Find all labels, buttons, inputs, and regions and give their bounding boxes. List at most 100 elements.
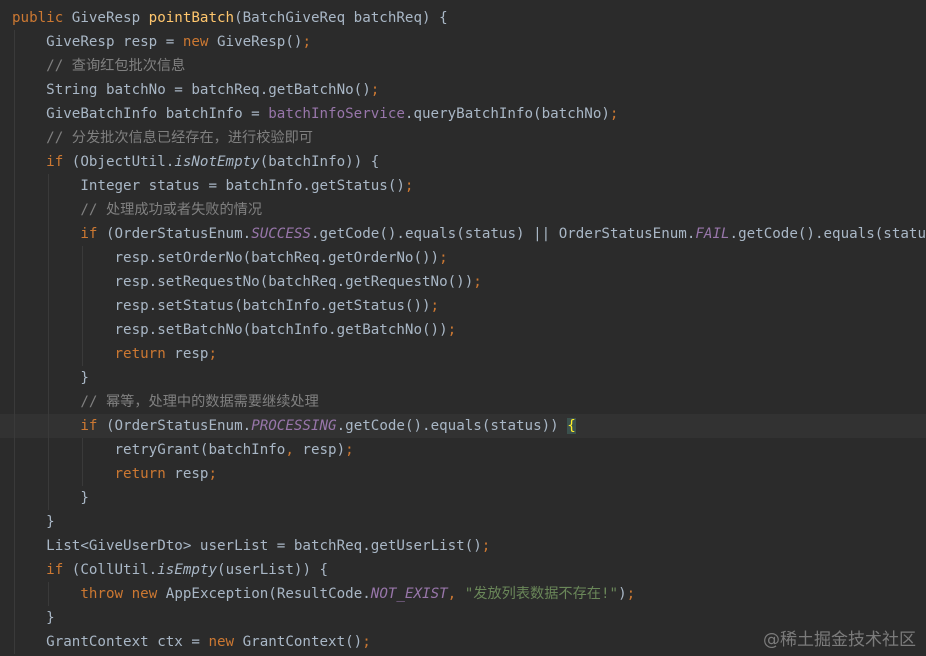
indent-guide [82, 342, 84, 366]
code-line[interactable]: resp.setOrderNo(batchReq.getOrderNo()); [0, 246, 926, 270]
indent-guide [14, 270, 15, 294]
code-text: } [12, 514, 55, 530]
code-line[interactable]: if (ObjectUtil.isNotEmpty(batchInfo)) { [0, 150, 926, 174]
code-text: } [12, 490, 89, 506]
code-text: // 分发批次信息已经存在，进行校验即可 [46, 130, 313, 146]
indent-guide [14, 150, 15, 174]
indent-guide [14, 198, 15, 222]
indent-guide [48, 270, 50, 294]
code-line[interactable]: if (CollUtil.isEmpty(userList)) { [0, 558, 926, 582]
indent-guide [14, 78, 15, 102]
indent-guide [48, 462, 50, 486]
code-line[interactable]: GiveBatchInfo batchInfo = batchInfoServi… [0, 102, 926, 126]
code-text: public GiveResp pointBatch(BatchGiveReq … [12, 10, 448, 26]
code-text: throw new AppException(ResultCode.NOT_EX… [80, 586, 636, 602]
indent-guide [48, 318, 50, 342]
code-text: GiveBatchInfo batchInfo = batchInfoServi… [12, 106, 619, 122]
code-line[interactable]: return resp; [0, 462, 926, 486]
code-text: if (CollUtil.isEmpty(userList)) { [46, 562, 329, 578]
code-line[interactable]: // 幂等，处理中的数据需要继续处理 [0, 390, 926, 414]
indent-guide [14, 318, 15, 342]
code-line[interactable]: GiveResp resp = new GiveResp(); [0, 30, 926, 54]
code-line[interactable]: return resp; [0, 342, 926, 366]
indent-guide [14, 486, 15, 510]
code-text: // 查询红包批次信息 [46, 58, 186, 74]
code-text: } [12, 610, 55, 626]
code-line[interactable]: // 查询红包批次信息 [0, 54, 926, 78]
indent-guide [14, 102, 15, 126]
code-text: if (OrderStatusEnum.PROCESSING.getCode()… [80, 418, 576, 434]
code-line[interactable]: } [0, 366, 926, 390]
code-line[interactable]: resp.setBatchNo(batchInfo.getBatchNo()); [0, 318, 926, 342]
code-line[interactable]: Integer status = batchInfo.getStatus(); [0, 174, 926, 198]
indent-guide [82, 438, 84, 462]
indent-guide [48, 342, 50, 366]
indent-guide [14, 222, 15, 246]
indent-guide [48, 198, 50, 222]
indent-guide [82, 270, 84, 294]
indent-guide [14, 246, 15, 270]
indent-guide [14, 390, 15, 414]
code-line[interactable]: resp.setStatus(batchInfo.getStatus()); [0, 294, 926, 318]
indent-guide [14, 462, 15, 486]
indent-guide [14, 438, 15, 462]
code-line[interactable]: } [0, 510, 926, 534]
indent-guide [82, 294, 84, 318]
indent-guide [82, 246, 84, 270]
code-text: resp.setBatchNo(batchInfo.getBatchNo()); [12, 322, 457, 338]
code-editor[interactable]: public GiveResp pointBatch(BatchGiveReq … [0, 6, 926, 654]
indent-guide [48, 438, 50, 462]
code-line[interactable]: public GiveResp pointBatch(BatchGiveReq … [0, 6, 926, 30]
indent-guide [14, 174, 15, 198]
code-text: retryGrant(batchInfo, resp); [12, 442, 354, 458]
code-text: resp.setStatus(batchInfo.getStatus()); [12, 298, 440, 314]
indent-guide [14, 630, 15, 654]
code-text: String batchNo = batchReq.getBatchNo(); [12, 82, 380, 98]
indent-guide [82, 318, 84, 342]
code-text: if (ObjectUtil.isNotEmpty(batchInfo)) { [46, 154, 380, 170]
indent-guide [48, 390, 50, 414]
indent-guide [14, 414, 15, 438]
indent-guide [14, 366, 15, 390]
code-line[interactable]: if (OrderStatusEnum.SUCCESS.getCode().eq… [0, 222, 926, 246]
indent-guide [14, 582, 15, 606]
indent-guide [48, 246, 50, 270]
indent-guide [14, 54, 15, 78]
indent-guide [48, 582, 50, 606]
indent-guide [14, 342, 15, 366]
code-line[interactable]: resp.setRequestNo(batchReq.getRequestNo(… [0, 270, 926, 294]
code-text: GrantContext ctx = new GrantContext(); [12, 634, 371, 650]
indent-guide [14, 294, 15, 318]
code-text: if (OrderStatusEnum.SUCCESS.getCode().eq… [80, 226, 926, 242]
code-text: resp.setOrderNo(batchReq.getOrderNo()); [12, 250, 448, 266]
code-line[interactable]: // 处理成功或者失败的情况 [0, 198, 926, 222]
indent-guide [48, 294, 50, 318]
code-line[interactable]: throw new AppException(ResultCode.NOT_EX… [0, 582, 926, 606]
code-text: return resp; [114, 346, 218, 362]
indent-guide [14, 126, 15, 150]
code-text: GiveResp resp = new GiveResp(); [12, 34, 311, 50]
code-text: } [12, 370, 89, 386]
code-text: List<GiveUserDto> userList = batchReq.ge… [12, 538, 491, 554]
indent-guide [14, 510, 15, 534]
indent-guide [48, 174, 50, 198]
code-text: return resp; [114, 466, 218, 482]
indent-guide [14, 606, 15, 630]
code-line[interactable]: retryGrant(batchInfo, resp); [0, 438, 926, 462]
code-line[interactable]: // 分发批次信息已经存在，进行校验即可 [0, 126, 926, 150]
code-line[interactable]: if (OrderStatusEnum.PROCESSING.getCode()… [0, 414, 926, 438]
indent-guide [48, 366, 50, 390]
code-line[interactable]: } [0, 486, 926, 510]
code-line[interactable]: List<GiveUserDto> userList = batchReq.ge… [0, 534, 926, 558]
code-text: Integer status = batchInfo.getStatus(); [12, 178, 414, 194]
code-line[interactable]: String batchNo = batchReq.getBatchNo(); [0, 78, 926, 102]
watermark: @稀土掘金技术社区 [763, 630, 916, 650]
indent-guide [14, 534, 15, 558]
code-text: // 幂等，处理中的数据需要继续处理 [80, 394, 319, 410]
indent-guide [48, 486, 50, 510]
indent-guide [48, 414, 50, 438]
indent-guide [14, 30, 15, 54]
code-text: // 处理成功或者失败的情况 [80, 202, 263, 218]
indent-guide [82, 462, 84, 486]
indent-guide [14, 558, 15, 582]
